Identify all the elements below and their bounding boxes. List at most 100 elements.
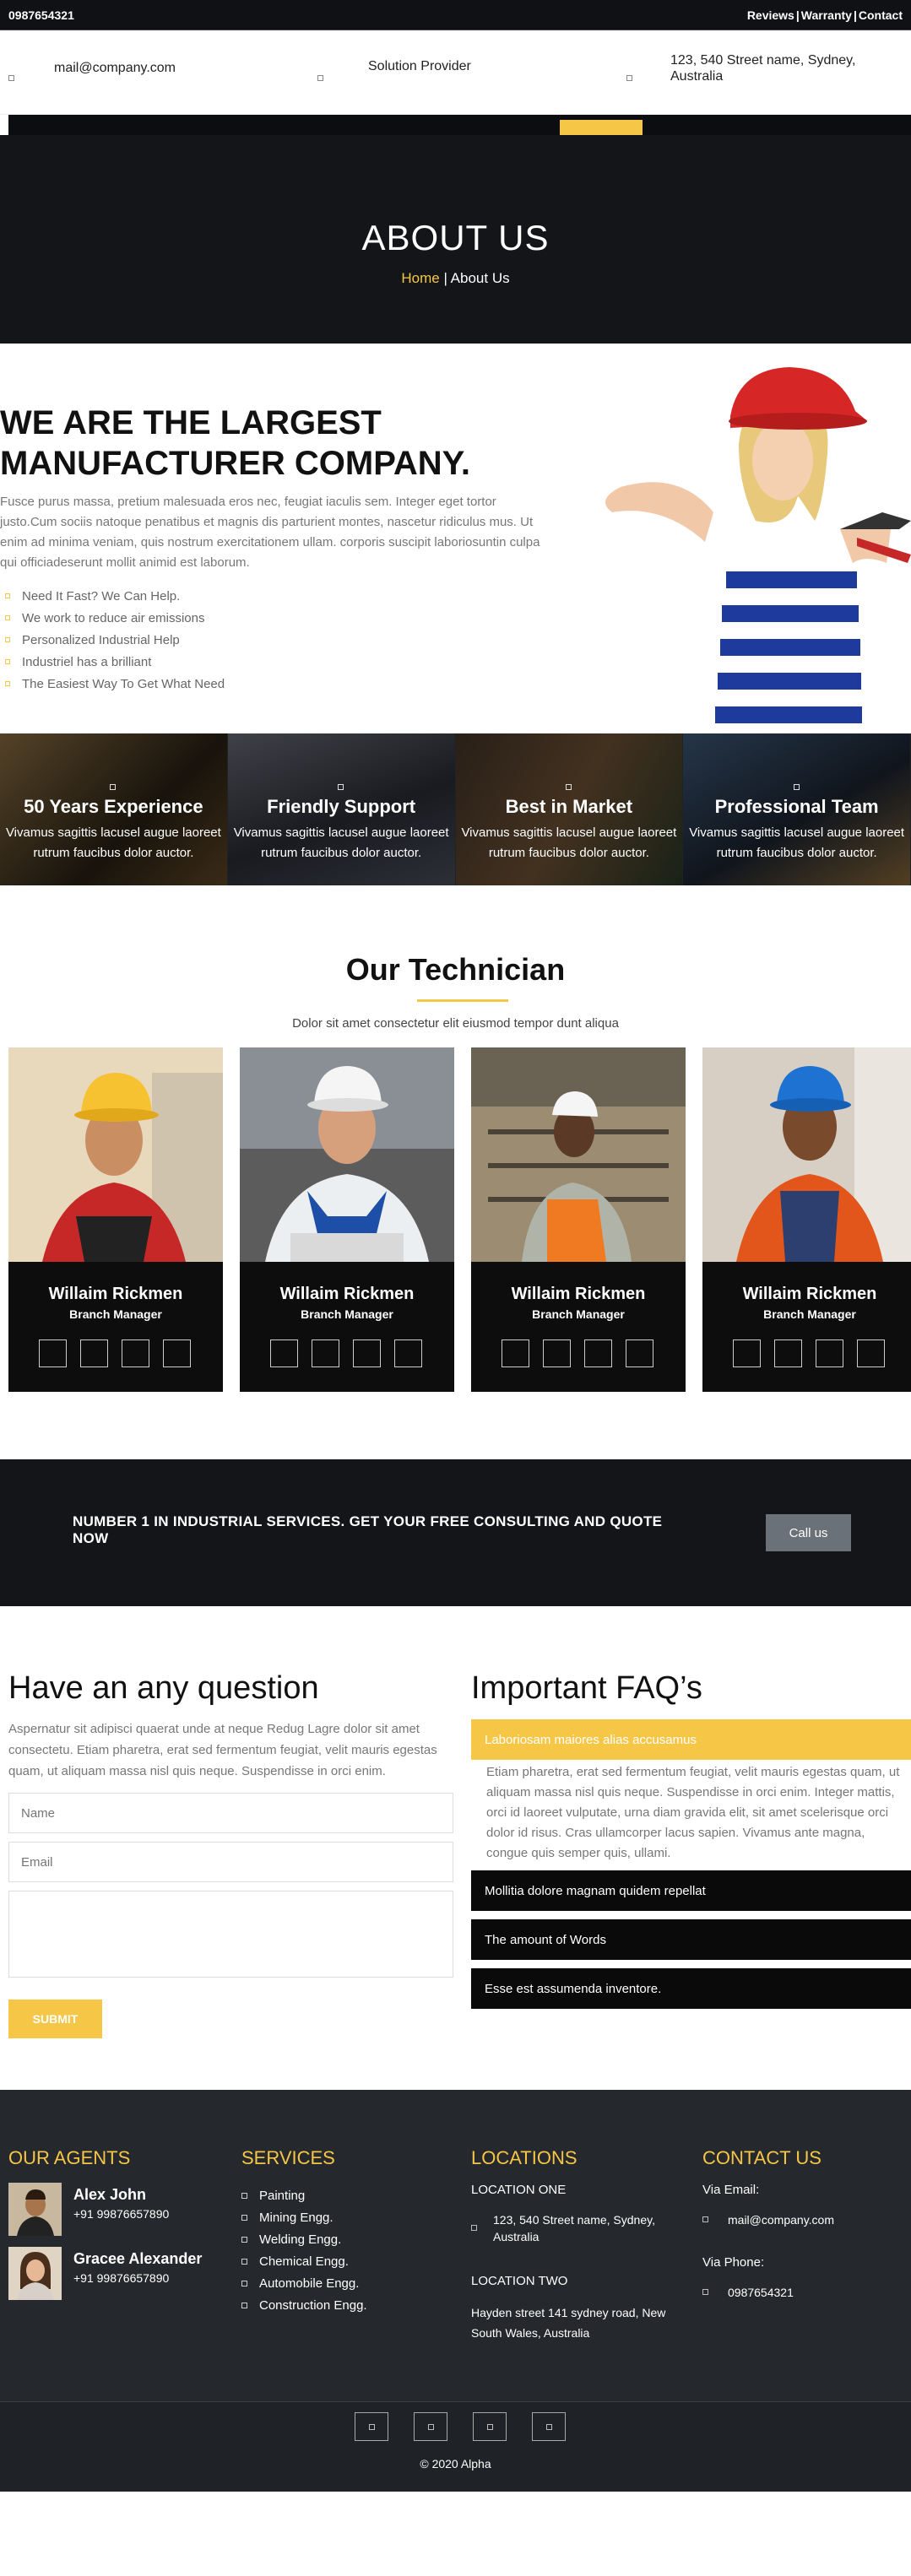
instagram-icon[interactable] xyxy=(394,1339,422,1367)
services-title: SERVICES xyxy=(241,2147,335,2168)
experience-icon xyxy=(110,784,117,790)
linkedin-icon[interactable] xyxy=(816,1339,843,1367)
technician-title: Our Technician xyxy=(345,952,566,987)
technician-role: Branch Manager xyxy=(532,1307,625,1321)
footer-bottom: © 2020 Alpha xyxy=(0,2401,911,2492)
location-two-title: LOCATION TWO xyxy=(471,2274,568,2288)
email-icon xyxy=(702,2216,708,2222)
question-text: Aspernatur sit adipisci quaerat unde at … xyxy=(8,1722,437,1778)
features-strip: 50 Years Experience Vivamus sagittis lac… xyxy=(0,733,911,885)
top-link-reviews[interactable]: Reviews xyxy=(747,8,794,22)
facebook-icon[interactable] xyxy=(39,1339,67,1367)
nav-quote-button[interactable] xyxy=(560,120,643,135)
service-link[interactable]: Chemical Engg. xyxy=(241,2250,367,2272)
location-one-address: 123, 540 Street name, Sydney, Australia xyxy=(493,2213,655,2243)
about-text: Fusce purus massa, pretium malesuada ero… xyxy=(0,495,540,570)
technician-role: Branch Manager xyxy=(763,1307,856,1321)
list-item-text: Industriel has a brilliant xyxy=(22,654,152,669)
service-link[interactable]: Painting xyxy=(241,2184,367,2206)
contact-email[interactable]: mail@company.com xyxy=(728,2213,834,2227)
feature-text: Vivamus sagittis lacusel augue laoreet r… xyxy=(5,825,221,860)
location-two-address: Hayden street 141 sydney road, New South… xyxy=(471,2306,666,2340)
service-link[interactable]: Welding Engg. xyxy=(241,2228,367,2250)
footer-social-links xyxy=(355,2412,566,2441)
bullet-icon xyxy=(241,2192,247,2199)
facebook-icon[interactable] xyxy=(355,2412,388,2441)
technician-card: Willaim Rickmen Branch Manager xyxy=(702,1047,911,1392)
technician-card: Willaim Rickmen Branch Manager xyxy=(240,1047,454,1392)
list-item-text: The Easiest Way To Get What Need xyxy=(22,676,225,691)
facebook-icon[interactable] xyxy=(502,1339,529,1367)
service-label: Chemical Engg. xyxy=(259,2254,349,2269)
logo[interactable] xyxy=(20,123,47,133)
contact-phone[interactable]: 0987654321 xyxy=(728,2286,794,2299)
submit-button[interactable]: SUBMIT xyxy=(8,2000,102,2038)
top-link-contact[interactable]: Contact xyxy=(859,8,903,22)
social-links xyxy=(39,1339,191,1367)
linkedin-icon[interactable] xyxy=(584,1339,612,1367)
bullet-icon xyxy=(241,2280,247,2286)
feature-card: Friendly Support Vivamus sagittis lacuse… xyxy=(227,733,456,885)
technician-name: Willaim Rickmen xyxy=(279,1285,415,1303)
email-field[interactable] xyxy=(8,1842,453,1882)
facebook-icon[interactable] xyxy=(733,1339,761,1367)
about-heading: WE ARE THE LARGEST MANUFACTURER COMPANY. xyxy=(0,404,471,482)
feature-card: Best in Market Vivamus sagittis lacusel … xyxy=(455,733,684,885)
message-field[interactable] xyxy=(8,1891,453,1978)
contact-title: CONTACT US xyxy=(702,2147,822,2168)
name-field[interactable] xyxy=(8,1793,453,1833)
call-us-button[interactable]: Call us xyxy=(766,1514,851,1551)
feature-title: Best in Market xyxy=(505,796,633,817)
list-item: Personalized Industrial Help xyxy=(0,629,225,651)
support-icon xyxy=(338,784,344,790)
twitter-icon[interactable] xyxy=(543,1339,571,1367)
bullet-icon xyxy=(241,2302,247,2308)
info-bar: mail@company.com Solution Provider 123, … xyxy=(0,30,911,115)
linkedin-icon[interactable] xyxy=(353,1339,381,1367)
faq-item[interactable]: The amount of Words xyxy=(471,1919,911,1960)
instagram-icon[interactable] xyxy=(163,1339,191,1367)
service-link[interactable]: Automobile Engg. xyxy=(241,2272,367,2294)
breadcrumb-home[interactable]: Home xyxy=(401,270,439,286)
question-title: Have an any question xyxy=(8,1670,319,1706)
linkedin-icon[interactable] xyxy=(473,2412,507,2441)
service-link[interactable]: Mining Engg. xyxy=(241,2206,367,2228)
title-underline xyxy=(417,999,508,1002)
faq-item[interactable]: Mollitia dolore magnam quidem repellat xyxy=(471,1870,911,1911)
faq-item-open[interactable]: Laboriosam maiores alias accusamus xyxy=(471,1719,911,1760)
service-label: Automobile Engg. xyxy=(259,2276,360,2291)
top-link-warranty[interactable]: Warranty xyxy=(801,8,852,22)
feature-text: Vivamus sagittis lacusel augue laoreet r… xyxy=(689,825,905,860)
service-label: Painting xyxy=(259,2188,306,2203)
facebook-icon[interactable] xyxy=(270,1339,298,1367)
twitter-icon[interactable] xyxy=(312,1339,339,1367)
faq-item[interactable]: Esse est assumenda inventore. xyxy=(471,1968,911,2009)
instagram-icon[interactable] xyxy=(532,2412,566,2441)
location-icon xyxy=(471,2225,477,2231)
instagram-icon[interactable] xyxy=(857,1339,885,1367)
feature-card: 50 Years Experience Vivamus sagittis lac… xyxy=(0,733,228,885)
list-item: Industriel has a brilliant xyxy=(0,651,225,673)
bullet-icon xyxy=(5,593,10,598)
agent-card: Alex John +91 99876657890 xyxy=(8,2183,169,2236)
agent-phone: +91 99876657890 xyxy=(73,2207,170,2221)
email-icon xyxy=(8,75,14,81)
linkedin-icon[interactable] xyxy=(122,1339,149,1367)
technician-name: Willaim Rickmen xyxy=(742,1285,877,1303)
bullet-icon xyxy=(5,615,10,620)
info-email-text[interactable]: mail@company.com xyxy=(54,61,176,76)
breadcrumb-sep: | xyxy=(439,270,451,286)
location-icon xyxy=(626,75,632,81)
bullet-icon xyxy=(241,2258,247,2265)
twitter-icon[interactable] xyxy=(774,1339,802,1367)
list-item: Need It Fast? We Can Help. xyxy=(0,585,225,607)
instagram-icon[interactable] xyxy=(626,1339,653,1367)
feature-title: Professional Team xyxy=(714,796,879,817)
service-link[interactable]: Construction Engg. xyxy=(241,2294,367,2316)
technician-subtitle: Dolor sit amet consectetur elit eiusmod … xyxy=(292,1016,619,1031)
info-email: mail@company.com xyxy=(54,61,176,76)
top-link-sep: | xyxy=(853,8,857,22)
twitter-icon[interactable] xyxy=(414,2412,447,2441)
twitter-icon[interactable] xyxy=(80,1339,108,1367)
info-tagline: Solution Provider xyxy=(368,59,471,74)
